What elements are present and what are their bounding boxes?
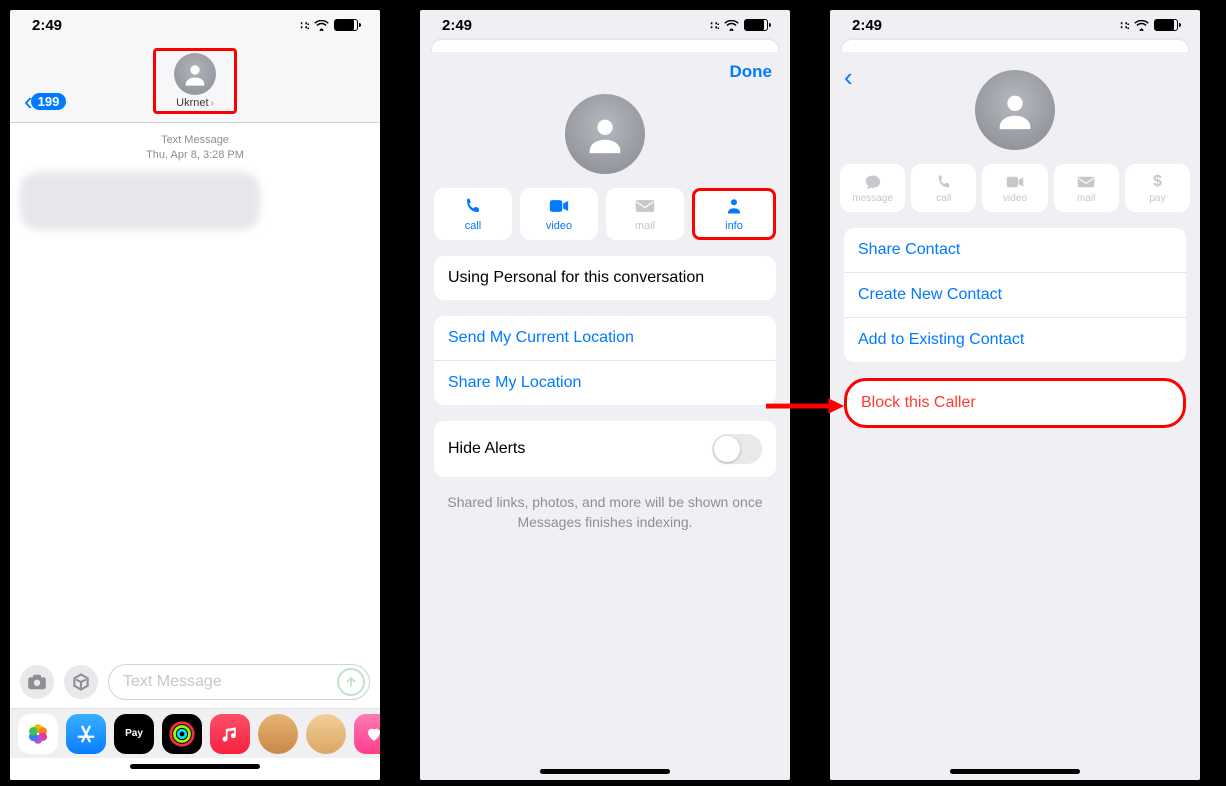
appstore-apps-button[interactable] [64,665,98,699]
dock-appstore-icon[interactable] [66,714,106,754]
mail-button: mail [606,188,684,240]
back-button[interactable]: ‹ 199 [10,86,66,117]
home-indicator[interactable] [420,769,790,774]
chevron-right-icon: › [211,98,214,109]
contact-actions-group: Share Contact Create New Contact Add to … [844,228,1186,362]
phone-icon [464,196,482,216]
wifi-icon [1134,20,1149,31]
dock-photos-icon[interactable] [18,714,58,754]
video-icon [1006,173,1024,191]
block-caller-cell[interactable]: Block this Caller [847,381,1183,425]
call-button: call [911,164,976,212]
home-indicator[interactable] [10,758,380,780]
details-sheet: Done call video mail in [420,52,790,780]
phone-icon [936,173,952,191]
status-icons: ∷: [710,19,768,32]
avatar-icon [174,53,216,95]
wifi-icon [724,20,739,31]
dock-hearts-icon[interactable] [354,714,380,754]
send-button[interactable] [337,668,365,696]
call-button[interactable]: call [434,188,512,240]
mail-icon [635,196,655,216]
status-bar: 2:49 ∷: [10,10,380,40]
quick-actions-row: message call video mail $ pay [830,164,1200,212]
message-bubble[interactable] [20,172,260,230]
avatar-icon [565,94,645,174]
cellular-icon: ∷: [1120,19,1129,32]
create-new-contact-cell[interactable]: Create New Contact [844,272,1186,317]
hide-alerts-group: Hide Alerts [434,421,776,477]
home-indicator[interactable] [830,769,1200,774]
compose-bar: Text Message [10,656,380,708]
unread-count-badge: 199 [31,93,67,110]
contact-header-button[interactable]: Ukrnet › [153,48,237,114]
dollar-icon: $ [1153,173,1162,191]
video-button: video [982,164,1047,212]
wifi-icon [314,20,329,31]
camera-button[interactable] [20,665,54,699]
message-placeholder: Text Message [123,673,222,691]
avatar-icon [975,70,1055,150]
message-button: message [840,164,905,212]
status-bar: 2:49 ∷: [420,10,790,40]
video-icon [549,196,569,216]
info-person-icon [725,196,743,216]
location-group: Send My Current Location Share My Locati… [434,316,776,405]
back-button[interactable]: ‹ [844,62,853,93]
battery-icon [744,19,768,31]
dock-memoji2-icon[interactable] [306,714,346,754]
message-input[interactable]: Text Message [108,664,370,700]
info-button[interactable]: info [692,188,776,240]
using-line-group: Using Personal for this conversation [434,256,776,300]
share-contact-cell[interactable]: Share Contact [844,228,1186,272]
battery-icon [334,19,358,31]
add-existing-contact-cell[interactable]: Add to Existing Contact [844,317,1186,362]
share-location-cell[interactable]: Share My Location [434,360,776,405]
cellular-icon: ∷: [710,19,719,32]
mail-icon [1077,173,1095,191]
battery-icon [1154,19,1178,31]
cellular-icon: ∷: [300,19,309,32]
status-bar: 2:49 ∷: [830,10,1200,40]
block-caller-group: Block this Caller [844,378,1186,428]
imessage-app-dock[interactable]: Pay [10,708,380,758]
message-timestamp: Text Message Thu, Apr 8, 3:28 PM [10,133,380,164]
status-icons: ∷: [300,19,358,32]
dock-music-icon[interactable] [210,714,250,754]
quick-actions-row: call video mail info [420,188,790,240]
pay-button: $ pay [1125,164,1190,212]
done-button[interactable]: Done [420,52,790,82]
status-time: 2:49 [442,17,472,34]
mail-button: mail [1054,164,1119,212]
dock-fitness-icon[interactable] [162,714,202,754]
screen-contact-details: 2:49 ∷: Done call video [420,10,790,780]
screen-contact-card: 2:49 ∷: ‹ message call [830,10,1200,780]
hide-alerts-toggle[interactable] [712,434,762,464]
message-icon [864,173,882,191]
dock-applepay-icon[interactable]: Pay [114,714,154,754]
using-line-cell[interactable]: Using Personal for this conversation [434,256,776,300]
status-time: 2:49 [852,17,882,34]
contact-card-sheet: ‹ message call video m [830,52,1200,780]
contact-name-label: Ukrnet [176,97,208,109]
send-location-cell[interactable]: Send My Current Location [434,316,776,360]
screen-messages-thread: 2:49 ∷: ‹ 199 Ukrnet › [10,10,380,780]
conversation-header: ‹ 199 Ukrnet › [10,40,380,123]
status-time: 2:49 [32,17,62,34]
video-button[interactable]: video [520,188,598,240]
hide-alerts-cell: Hide Alerts [434,421,776,477]
indexing-note: Shared links, photos, and more will be s… [444,493,766,532]
status-icons: ∷: [1120,19,1178,32]
dock-memoji1-icon[interactable] [258,714,298,754]
